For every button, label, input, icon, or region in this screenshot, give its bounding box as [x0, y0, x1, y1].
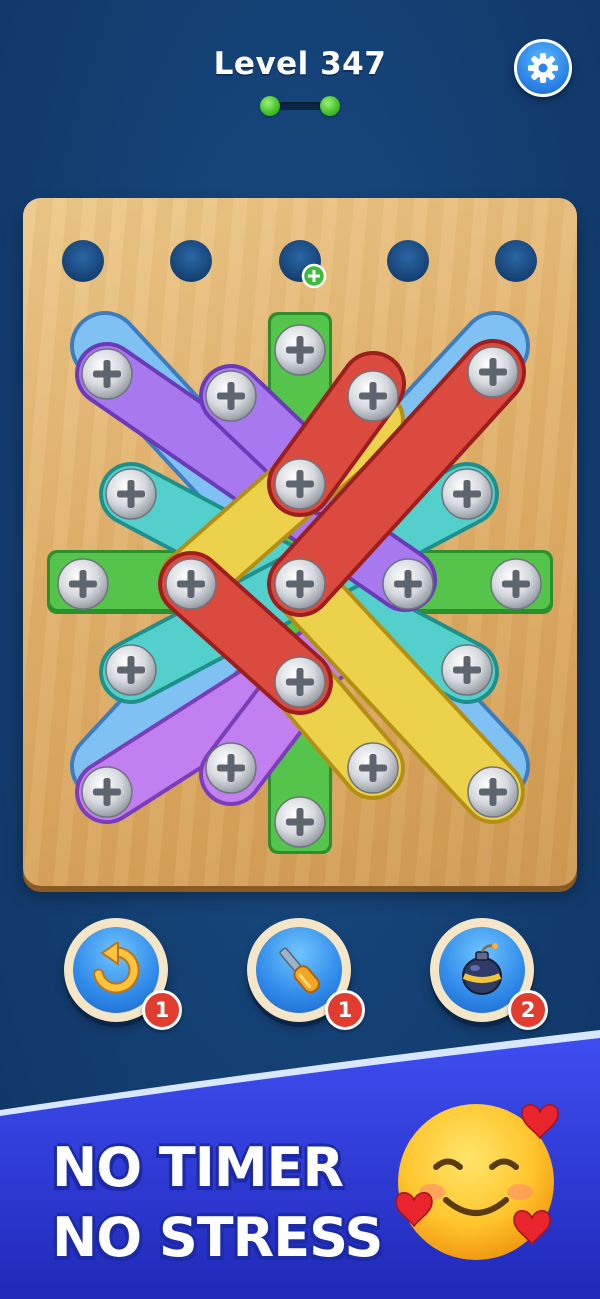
- screwdriver-button[interactable]: 1: [247, 918, 365, 1030]
- screwdriver-count-badge: 1: [325, 990, 365, 1030]
- booster-bar: 1 1 2: [0, 915, 600, 1035]
- screw-icon[interactable]: [347, 370, 399, 422]
- puzzle-area: [47, 240, 553, 854]
- undo-count-badge: 1: [142, 990, 182, 1030]
- screwdriver-icon: [279, 947, 320, 994]
- screw-icon[interactable]: [165, 558, 217, 610]
- screw-icon[interactable]: [274, 656, 326, 708]
- undo-button[interactable]: 1: [64, 918, 182, 1030]
- bomb-count-badge: 2: [508, 990, 548, 1030]
- screw-icon[interactable]: [105, 644, 157, 696]
- level-title: Level 347: [213, 46, 387, 82]
- empty-hole-5[interactable]: [495, 240, 537, 282]
- screw-icon[interactable]: [81, 766, 133, 818]
- top-bar: Level 347: [0, 0, 600, 190]
- empty-hole-2[interactable]: [170, 240, 212, 282]
- screw-icon[interactable]: [441, 644, 493, 696]
- stage-dot-1: [260, 96, 280, 116]
- undo-arrow-icon: [93, 942, 140, 994]
- screw-icon[interactable]: [57, 558, 109, 610]
- screw-icon[interactable]: [490, 558, 542, 610]
- screw-icon[interactable]: [81, 348, 133, 400]
- plus-icon[interactable]: [301, 263, 327, 289]
- screw-icon[interactable]: [467, 766, 519, 818]
- screw-icon[interactable]: [467, 346, 519, 398]
- stage-dot-2: [320, 96, 340, 116]
- stage-progress: [260, 94, 340, 118]
- bomb-button[interactable]: 2: [430, 918, 548, 1030]
- settings-button[interactable]: [514, 39, 572, 97]
- promo-line-1: NO TIMER: [52, 1136, 344, 1199]
- screw-icon[interactable]: [105, 468, 157, 520]
- screw-icon[interactable]: [205, 370, 257, 422]
- bomb-icon: [462, 943, 502, 995]
- promo-line-2: NO STRESS: [52, 1206, 383, 1269]
- gear-icon: [528, 53, 558, 83]
- screw-icon[interactable]: [274, 458, 326, 510]
- screw-icon[interactable]: [382, 558, 434, 610]
- screw-icon[interactable]: [274, 558, 326, 610]
- screw-icon[interactable]: [205, 742, 257, 794]
- smiling-face-with-hearts-icon: [395, 1103, 559, 1260]
- screw-icon[interactable]: [274, 796, 326, 848]
- screw-icon[interactable]: [441, 468, 493, 520]
- screw-icon[interactable]: [347, 742, 399, 794]
- empty-hole-4[interactable]: [387, 240, 429, 282]
- empty-hole-1[interactable]: [62, 240, 104, 282]
- screw-icon[interactable]: [274, 324, 326, 376]
